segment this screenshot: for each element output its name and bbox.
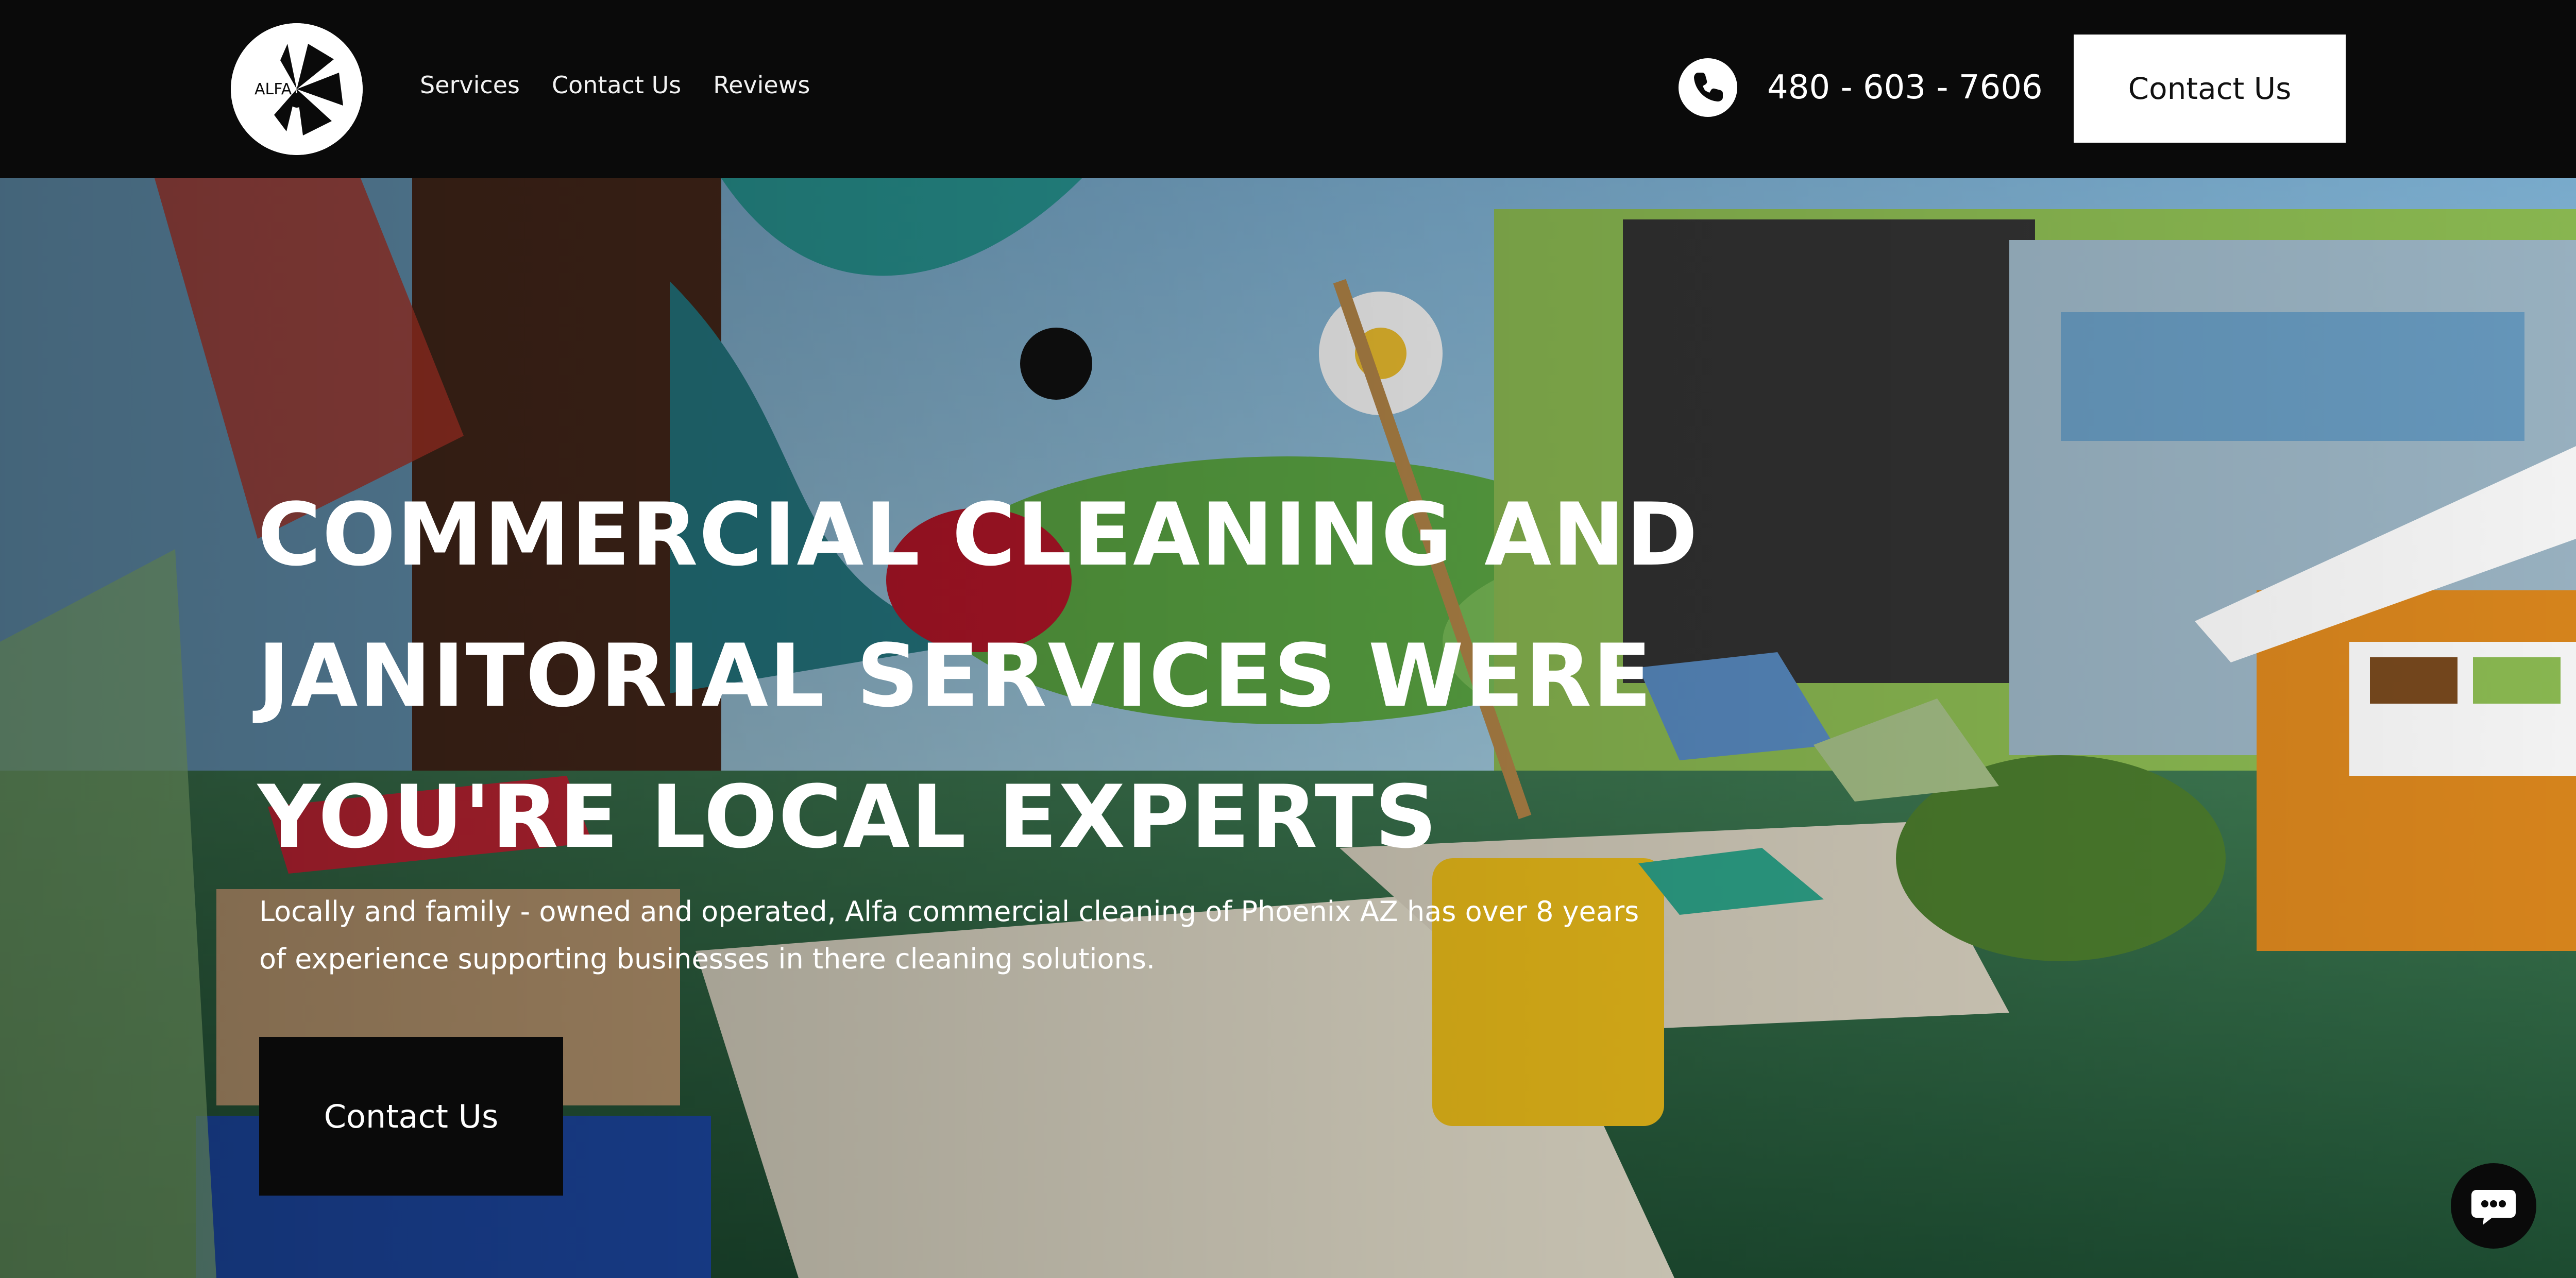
site-header: ALFA Services Contact Us Reviews 480 - 6…: [0, 0, 2576, 178]
hero-title-line: YOU'RE LOCAL EXPERTS: [258, 766, 1438, 867]
hero-contact-button[interactable]: Contact Us: [259, 1037, 563, 1196]
logo-mark-icon: ALFA: [231, 23, 363, 155]
phone-number[interactable]: 480 - 603 - 7606: [1767, 67, 2043, 108]
alfa-logo[interactable]: ALFA: [231, 23, 363, 155]
phone-icon[interactable]: [1679, 58, 1737, 117]
hero-title-line: COMMERCIAL CLEANING AND: [258, 484, 1699, 585]
main-nav: Services Contact Us Reviews: [420, 71, 810, 99]
hero-title-line: JANITORIAL SERVICES WERE: [258, 625, 1653, 726]
header-contact-button[interactable]: Contact Us: [2074, 35, 2346, 143]
hero-title: COMMERCIAL CLEANING AND JANITORIAL SERVI…: [258, 464, 1906, 888]
hero-subtitle-line: Locally and family - owned and operated,…: [259, 895, 1639, 928]
hero-subtitle-line: of experience supporting businesses in t…: [259, 943, 1155, 975]
logo-text: ALFA: [255, 80, 292, 98]
hero-section: COMMERCIAL CLEANING AND JANITORIAL SERVI…: [0, 178, 2576, 1278]
hero-subtitle: Locally and family - owned and operated,…: [259, 888, 1702, 983]
nav-contact-us[interactable]: Contact Us: [552, 71, 681, 99]
chat-bubble-icon: [2471, 1190, 2516, 1225]
chat-button[interactable]: [2451, 1163, 2536, 1249]
nav-services[interactable]: Services: [420, 71, 520, 99]
nav-reviews[interactable]: Reviews: [713, 71, 810, 99]
